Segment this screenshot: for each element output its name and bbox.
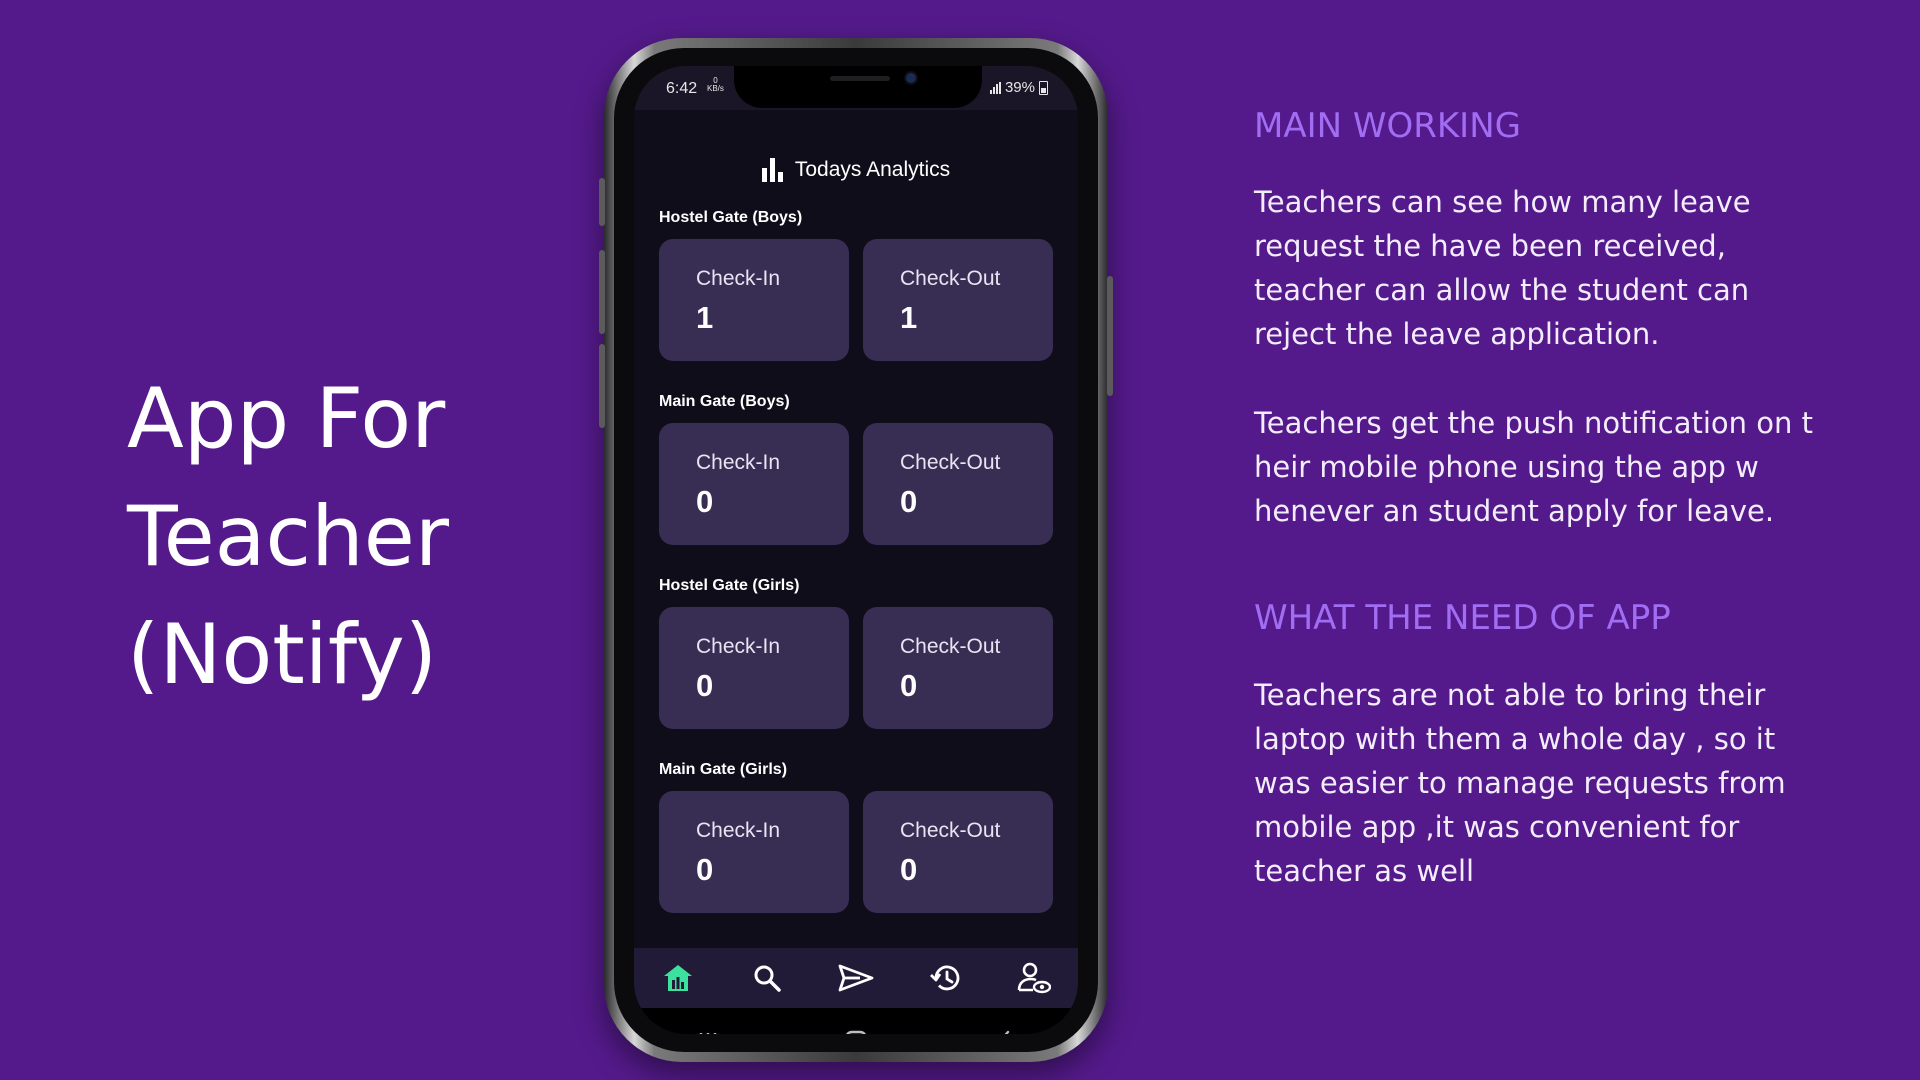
user-view-icon [1017,962,1051,994]
status-time: 6:42 [666,80,698,97]
checkin-label: Check-In [696,635,781,658]
paragraph-line: mobile app ,it was convenient for [1254,810,1740,844]
paragraph-line: teacher as well [1254,854,1475,888]
section-heading-need-of-app: WHAT THE NEED OF APP [1254,598,1671,638]
phone-mockup: 6:42 0 KB/s 39% Todays Analytics Hostel … [599,38,1113,1062]
back-icon [1004,1030,1010,1034]
paragraph-line: Teachers get the push notification on t [1254,406,1813,440]
paragraph-line: henever an student apply for leave. [1254,494,1775,528]
battery-percent: 39% [1004,79,1035,96]
checkout-count: 0 [900,484,918,519]
phone-volume-up-button [599,250,605,334]
checkout-card[interactable]: Check-Out 0 [863,791,1053,913]
checkout-count: 0 [900,852,918,887]
gate-label: Hostel Gate (Boys) [659,209,803,226]
front-camera [906,73,916,83]
recent-apps-icon [699,1033,717,1034]
system-recent-button[interactable] [688,1028,728,1034]
home-square-icon [846,1030,866,1034]
gate-label: Main Gate (Boys) [659,393,790,410]
send-icon [838,964,874,992]
phone-screen: 6:42 0 KB/s 39% Todays Analytics Hostel … [634,66,1078,1034]
paragraph-line: reject the leave application. [1254,317,1660,351]
paragraph-line: Teachers can see how many leave [1254,185,1751,219]
home-icon [664,965,693,991]
network-speed: 0 KB/s [707,77,724,93]
checkout-label: Check-Out [900,819,1001,842]
system-nav-bar [634,1008,1078,1034]
checkin-count: 1 [696,300,714,335]
checkin-card[interactable]: Check-In 0 [659,423,849,545]
gate-label: Main Gate (Girls) [659,761,788,778]
checkin-card[interactable]: Check-In 0 [659,607,849,729]
paragraph-line: heir mobile phone using the app w [1254,450,1759,484]
page-title: Todays Analytics [794,158,951,181]
gate-label: Hostel Gate (Girls) [659,577,800,594]
paragraph-need-of-app: Teachers are not able to bring their lap… [1254,673,1894,893]
bottom-nav [634,948,1078,1008]
paragraph-line: request the have been received, [1254,229,1726,263]
checkout-count: 0 [900,668,918,703]
app-header: Todays Analytics [634,158,1078,182]
checkout-count: 1 [900,300,918,335]
phone-power-button [1107,276,1113,396]
gate-section-main-boys: Main Gate (Boys) Check-In 0 Check-Out 0 [659,393,1053,545]
checkin-label: Check-In [696,267,781,290]
history-icon [929,965,960,991]
camera-notch [734,66,982,108]
speaker-grille [830,76,890,81]
checkout-card[interactable]: Check-Out 0 [863,423,1053,545]
checkout-card[interactable]: Check-Out 1 [863,239,1053,361]
hero-title-line: Teacher [127,488,449,585]
gate-section-hostel-girls: Hostel Gate (Girls) Check-In 0 Check-Out… [659,577,1053,729]
system-home-button[interactable] [836,1028,876,1034]
signal-icon [989,81,1001,94]
checkout-label: Check-Out [900,451,1001,474]
section-heading-main-working: MAIN WORKING [1254,106,1521,146]
system-back-button[interactable] [984,1028,1024,1034]
phone-side-button [599,178,605,226]
paragraph-notifications: Teachers get the push notification on t … [1254,401,1894,533]
nav-send[interactable] [834,956,878,1000]
checkin-count: 0 [696,668,714,703]
checkin-card[interactable]: Check-In 0 [659,791,849,913]
checkin-count: 0 [696,484,714,519]
search-icon [754,965,781,992]
battery-icon [1039,80,1048,95]
status-indicators: 39% [989,79,1048,96]
checkin-card[interactable]: Check-In 1 [659,239,849,361]
bar-chart-icon [761,158,783,182]
checkout-label: Check-Out [900,635,1001,658]
checkin-count: 0 [696,852,714,887]
checkin-label: Check-In [696,819,781,842]
paragraph-line: was easier to manage requests from [1254,766,1786,800]
network-speed-unit: KB/s [707,84,724,93]
nav-profile[interactable] [1012,956,1056,1000]
nav-home[interactable] [656,956,700,1000]
paragraph-line: Teachers are not able to bring their [1254,678,1766,712]
hero-title-line: App For [127,370,446,467]
gate-section-main-girls: Main Gate (Girls) Check-In 0 Check-Out 0 [659,761,1053,913]
hero-title-line: (Notify) [127,606,438,703]
checkout-label: Check-Out [900,267,1001,290]
nav-history[interactable] [923,956,967,1000]
phone-volume-down-button [599,344,605,428]
paragraph-line: laptop with them a whole day , so it [1254,722,1776,756]
gate-section-hostel-boys: Hostel Gate (Boys) Check-In 1 Check-Out … [659,209,1053,361]
nav-search[interactable] [745,956,789,1000]
hero-title: App For Teacher (Notify) [127,360,547,714]
checkout-card[interactable]: Check-Out 0 [863,607,1053,729]
paragraph-line: teacher can allow the student can [1254,273,1750,307]
checkin-label: Check-In [696,451,781,474]
paragraph-main-working: Teachers can see how many leave request … [1254,180,1894,356]
